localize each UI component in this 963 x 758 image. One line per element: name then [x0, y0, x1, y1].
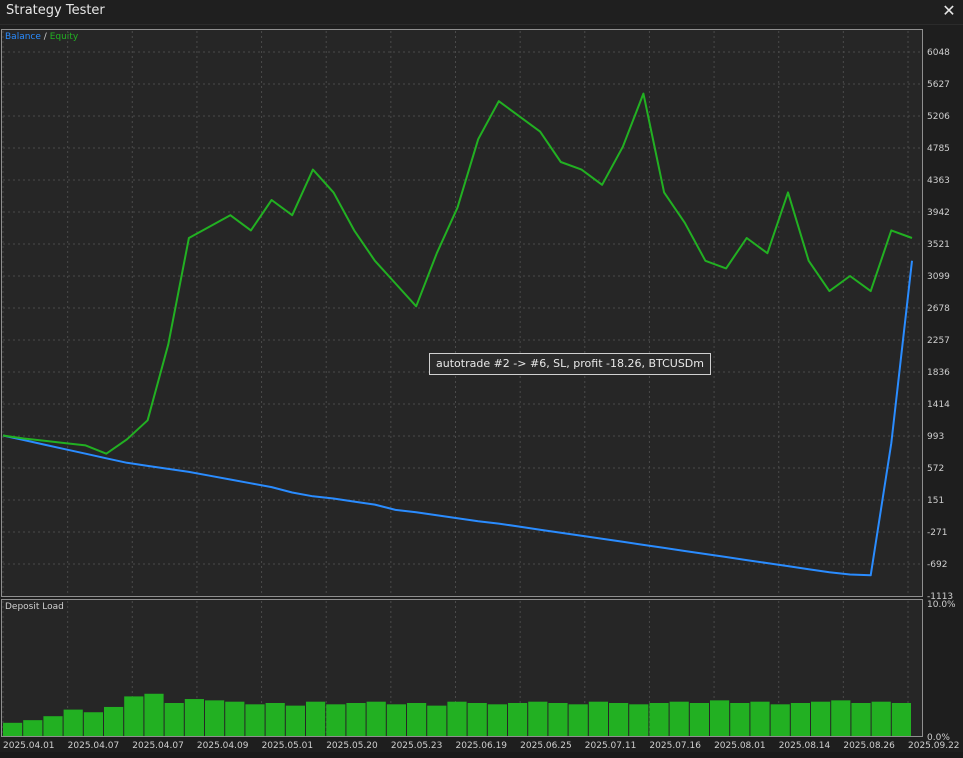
y-tick-label: 1836	[927, 368, 950, 378]
deposit-load-bar	[3, 722, 23, 736]
deposit-load-bar	[568, 704, 588, 736]
deposit-load-bar	[811, 701, 831, 736]
y-tick-label: 4363	[927, 176, 950, 186]
deposit-load-bar	[407, 703, 427, 736]
deposit-load-bar	[164, 703, 184, 736]
deposit-load-bar	[346, 703, 366, 736]
deposit-load-bar	[205, 700, 225, 736]
deposit-load-bar	[548, 703, 568, 736]
deposit-load-bar	[225, 701, 245, 736]
x-tick-label: 2025.05.23	[391, 741, 443, 751]
y-tick-label: -692	[927, 560, 947, 570]
y-tick-label: 3099	[927, 272, 950, 282]
deposit-load-bar	[790, 703, 810, 736]
deposit-load-bar	[649, 703, 669, 736]
x-tick-label: 2025.06.25	[520, 741, 572, 751]
deposit-load-bar	[629, 704, 649, 736]
x-tick-label: 2025.04.07	[68, 741, 120, 751]
deposit-load-bar	[609, 703, 629, 736]
deposit-load-bar	[265, 703, 285, 736]
x-tick-label: 2025.08.01	[714, 741, 766, 751]
y-tick-label: 6048	[927, 48, 950, 58]
deposit-load-bar	[447, 701, 467, 736]
deposit-load-bar	[43, 716, 63, 736]
deposit-load-bar	[124, 696, 144, 736]
deposit-load-bar	[184, 699, 204, 736]
y-tick-label: 3521	[927, 240, 950, 250]
load-top-label: 10.0%	[927, 600, 956, 610]
deposit-load-bar	[306, 701, 326, 736]
bottom-scrollbar[interactable]	[0, 752, 963, 758]
x-tick-label: 2025.08.14	[779, 741, 831, 751]
y-tick-label: 2257	[927, 336, 950, 346]
y-tick-label: 151	[927, 496, 944, 506]
y-tick-label: 5627	[927, 80, 950, 90]
x-tick-label: 2025.05.01	[262, 741, 314, 751]
deposit-load-bar	[851, 703, 871, 736]
deposit-load-bar	[23, 720, 43, 736]
y-tick-label: 4785	[927, 144, 950, 154]
deposit-load-bar	[487, 704, 507, 736]
deposit-load-bar	[245, 704, 265, 736]
deposit-load-bar	[669, 701, 689, 736]
deposit-load-bar	[871, 701, 891, 736]
deposit-load-bar	[144, 693, 164, 736]
deposit-load-bar	[588, 701, 608, 736]
deposit-load-bar	[730, 703, 750, 736]
deposit-load-bar	[770, 704, 790, 736]
deposit-load-bar	[528, 701, 548, 736]
deposit-load-bar	[750, 701, 770, 736]
y-tick-label: 2678	[927, 304, 950, 314]
x-tick-label: 2025.04.01	[3, 741, 55, 751]
deposit-load-bar	[689, 703, 709, 736]
deposit-load-bar	[831, 700, 851, 736]
load-bottom-label: 0.0%	[927, 733, 950, 743]
deposit-load-bar	[427, 705, 447, 736]
x-tick-label: 2025.04.09	[197, 741, 249, 751]
x-tick-label: 2025.07.16	[649, 741, 701, 751]
deposit-load-bar	[508, 703, 528, 736]
y-tick-label: 3942	[927, 208, 950, 218]
deposit-load-bar	[83, 712, 103, 736]
x-tick-label: 2025.08.26	[843, 741, 895, 751]
deposit-load-bar	[386, 704, 406, 736]
x-tick-label: 2025.07.11	[585, 741, 637, 751]
y-tick-label: 572	[927, 464, 944, 474]
deposit-load-bar	[366, 701, 386, 736]
deposit-load-bar	[104, 706, 124, 736]
x-tick-label: 2025.04.07	[132, 741, 184, 751]
deposit-load-bar	[891, 703, 911, 736]
y-tick-label: 5206	[927, 112, 950, 122]
y-tick-label: 1414	[927, 400, 950, 410]
x-tick-label: 2025.05.20	[326, 741, 378, 751]
deposit-load-bar	[63, 709, 83, 736]
x-tick-label: 2025.06.19	[456, 741, 508, 751]
deposit-load-bar	[285, 705, 305, 736]
y-tick-label: 993	[927, 432, 944, 442]
deposit-load-bar	[326, 704, 346, 736]
deposit-load-bar	[467, 703, 487, 736]
deposit-load-bar	[710, 700, 730, 736]
trade-tooltip: autotrade #2 -> #6, SL, profit -18.26, B…	[429, 353, 711, 375]
y-tick-label: -271	[927, 528, 947, 538]
chart-canvas[interactable]: 6048 5627 5206 4785 4363 3942 3521 3099 2678 2257…	[0, 0, 963, 758]
